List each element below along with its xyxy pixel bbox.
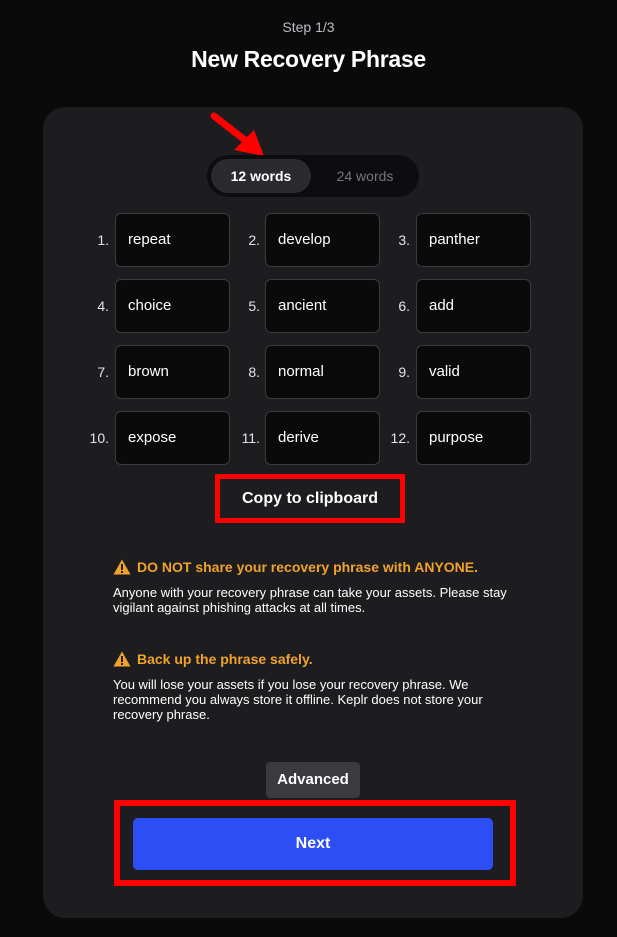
word-number: 11. <box>241 430 260 446</box>
word-row: 1. repeat 2. develop 3. panther <box>0 213 617 267</box>
word-field[interactable]: panther <box>416 213 531 267</box>
word-count-toggle: 12 words 24 words <box>207 155 419 197</box>
word-field[interactable]: ancient <box>265 279 380 333</box>
word-field[interactable]: valid <box>416 345 531 399</box>
warning-share: DO NOT share your recovery phrase with A… <box>113 557 513 615</box>
word-number: 10. <box>89 430 109 446</box>
advanced-button[interactable]: Advanced <box>266 762 360 798</box>
word-field[interactable]: derive <box>265 411 380 465</box>
step-indicator: Step 1/3 <box>282 19 335 35</box>
toggle-24-words[interactable]: 24 words <box>315 159 415 193</box>
word-number: 9. <box>398 364 410 380</box>
toggle-12-words[interactable]: 12 words <box>211 159 311 193</box>
warning-text: You will lose your assets if you lose yo… <box>113 677 483 722</box>
warning-text: Anyone with your recovery phrase can tak… <box>113 585 507 615</box>
warning-icon <box>113 559 131 575</box>
word-number: 1. <box>97 232 109 248</box>
word-field[interactable]: repeat <box>115 213 230 267</box>
next-button[interactable]: Next <box>133 818 493 870</box>
warning-icon <box>113 651 131 667</box>
word-field[interactable]: develop <box>265 213 380 267</box>
word-row: 4. choice 5. ancient 6. add <box>0 279 617 333</box>
word-number: 3. <box>398 232 410 248</box>
word-number: 2. <box>248 232 260 248</box>
page-title: New Recovery Phrase <box>191 46 426 72</box>
warning-title: Back up the phrase safely. <box>137 651 313 667</box>
word-row: 10. expose 11. derive 12. purpose <box>0 411 617 465</box>
copy-to-clipboard-button[interactable]: Copy to clipboard <box>215 474 405 523</box>
word-field[interactable]: purpose <box>416 411 531 465</box>
warning-title: DO NOT share your recovery phrase with A… <box>137 559 479 575</box>
word-number: 6. <box>398 298 410 314</box>
word-field[interactable]: brown <box>115 345 230 399</box>
word-row: 7. brown 8. normal 9. valid <box>0 345 617 399</box>
word-number: 4. <box>97 298 109 314</box>
word-number: 7. <box>97 364 109 380</box>
word-number: 8. <box>248 364 260 380</box>
word-field[interactable]: add <box>416 279 531 333</box>
word-number: 12. <box>390 430 410 446</box>
word-field[interactable]: expose <box>115 411 230 465</box>
recovery-phrase-page: Step 1/3 New Recovery Phrase 12 words 24… <box>0 0 617 937</box>
word-field[interactable]: normal <box>265 345 380 399</box>
word-number: 5. <box>248 298 260 314</box>
word-field[interactable]: choice <box>115 279 230 333</box>
warning-backup: Back up the phrase safely. You will lose… <box>113 649 513 722</box>
